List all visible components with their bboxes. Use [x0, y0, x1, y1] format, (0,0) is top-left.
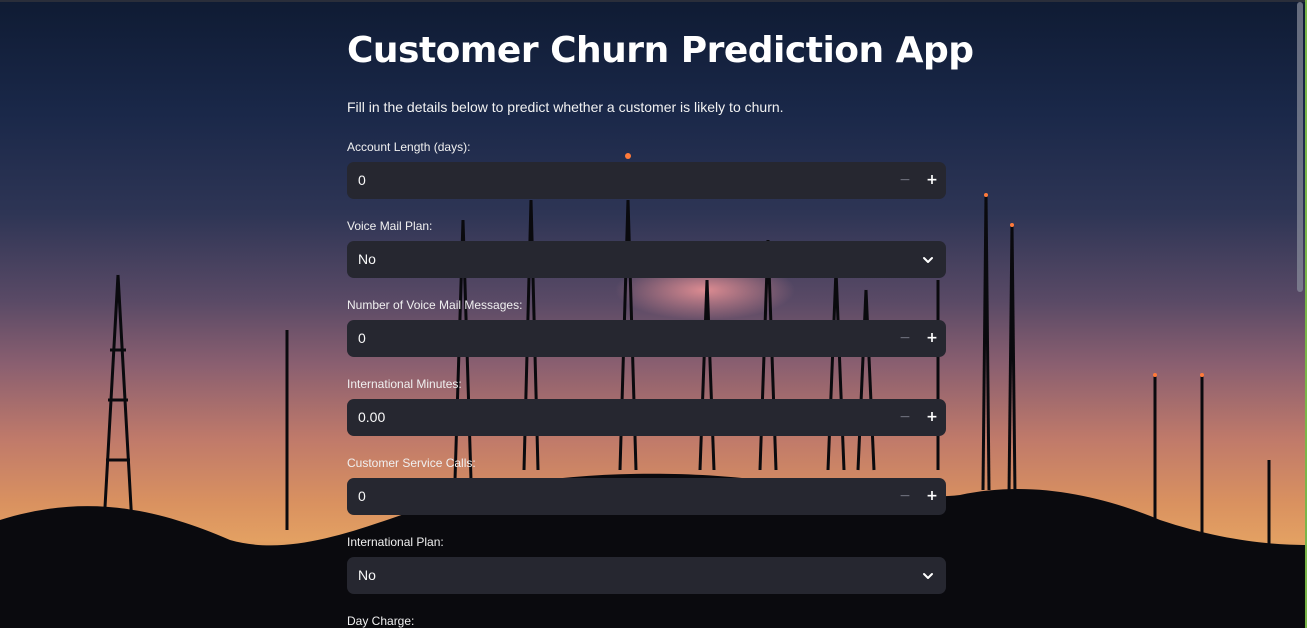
page-title: Customer Churn Prediction App	[347, 30, 974, 71]
chevron-down-icon	[923, 257, 933, 263]
minus-icon: −	[899, 330, 911, 346]
minus-icon: −	[899, 409, 911, 425]
international-minutes-input[interactable]: 0.00 − +	[347, 399, 946, 436]
customer-service-calls-label: Customer Service Calls:	[347, 456, 476, 470]
voice-mail-messages-decrement-button[interactable]: −	[892, 320, 918, 357]
international-minutes-decrement-button[interactable]: −	[892, 399, 918, 436]
page-subtitle: Fill in the details below to predict whe…	[347, 99, 784, 115]
customer-service-calls-value[interactable]: 0	[358, 488, 366, 504]
international-minutes-increment-button[interactable]: +	[919, 399, 945, 436]
plus-icon: +	[926, 172, 938, 188]
account-length-decrement-button[interactable]: −	[892, 162, 918, 199]
voice-mail-messages-label: Number of Voice Mail Messages:	[347, 298, 523, 312]
window-top-border	[0, 0, 1307, 2]
international-minutes-label: International Minutes:	[347, 377, 462, 391]
plus-icon: +	[926, 409, 938, 425]
minus-icon: −	[899, 172, 911, 188]
background-image	[0, 0, 1307, 628]
voice-mail-plan-value: No	[358, 251, 376, 267]
customer-service-calls-increment-button[interactable]: +	[919, 478, 945, 515]
voice-mail-messages-input[interactable]: 0 − +	[347, 320, 946, 357]
minus-icon: −	[899, 488, 911, 504]
customer-service-calls-input[interactable]: 0 − +	[347, 478, 946, 515]
voice-mail-plan-select[interactable]: No	[347, 241, 946, 278]
international-plan-label: International Plan:	[347, 535, 444, 549]
day-charge-label: Day Charge:	[347, 614, 415, 628]
voice-mail-messages-increment-button[interactable]: +	[919, 320, 945, 357]
scrollbar[interactable]	[1297, 2, 1303, 292]
plus-icon: +	[926, 488, 938, 504]
customer-service-calls-decrement-button[interactable]: −	[892, 478, 918, 515]
account-length-value[interactable]: 0	[358, 172, 366, 188]
voice-mail-plan-label: Voice Mail Plan:	[347, 219, 433, 233]
tower-silhouettes	[0, 153, 1307, 628]
account-length-increment-button[interactable]: +	[919, 162, 945, 199]
chevron-down-icon	[923, 573, 933, 579]
international-minutes-value[interactable]: 0.00	[358, 409, 385, 425]
account-length-input[interactable]: 0 − +	[347, 162, 946, 199]
international-plan-select[interactable]: No	[347, 557, 946, 594]
account-length-label: Account Length (days):	[347, 140, 471, 154]
plus-icon: +	[926, 330, 938, 346]
international-plan-value: No	[358, 567, 376, 583]
voice-mail-messages-value[interactable]: 0	[358, 330, 366, 346]
